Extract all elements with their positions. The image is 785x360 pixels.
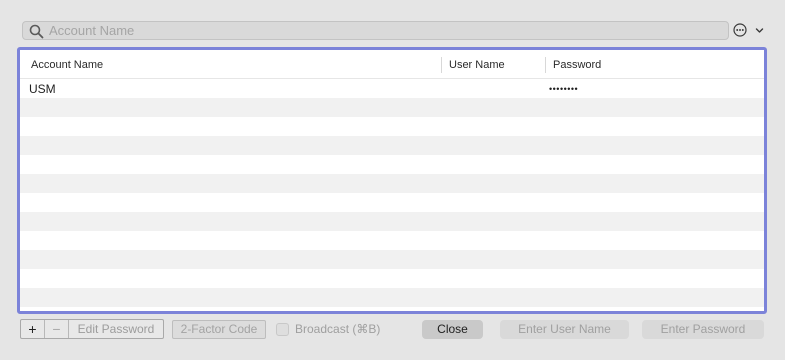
two-factor-code-button[interactable]: 2-Factor Code xyxy=(172,320,266,339)
empty-table-row[interactable] xyxy=(20,193,764,212)
empty-table-row[interactable] xyxy=(20,250,764,269)
broadcast-toggle[interactable]: Broadcast (⌘B) xyxy=(276,321,380,337)
column-header-user-name[interactable]: User Name xyxy=(441,50,545,78)
accounts-table[interactable]: Account Name User Name Password USM ••••… xyxy=(17,47,767,314)
add-account-button[interactable]: + xyxy=(21,320,45,338)
empty-table-row[interactable] xyxy=(20,269,764,288)
column-header-account-name[interactable]: Account Name xyxy=(23,50,442,78)
table-row[interactable]: USM •••••••• xyxy=(20,79,764,98)
edit-password-button[interactable]: Edit Password xyxy=(69,320,163,338)
table-header: Account Name User Name Password xyxy=(20,50,764,79)
password-cell: •••••••• xyxy=(549,84,579,94)
search-field[interactable] xyxy=(22,21,729,40)
close-button[interactable]: Close xyxy=(422,320,483,339)
empty-table-row[interactable] xyxy=(20,136,764,155)
account-actions-segment: + − Edit Password xyxy=(20,319,164,339)
column-header-password[interactable]: Password xyxy=(545,50,764,78)
empty-table-row[interactable] xyxy=(20,117,764,136)
ellipsis-circle-icon[interactable] xyxy=(733,23,747,37)
empty-table-row[interactable] xyxy=(20,174,764,193)
broadcast-label: Broadcast (⌘B) xyxy=(295,322,381,336)
enter-password-button[interactable]: Enter Password xyxy=(642,320,764,339)
search-input[interactable] xyxy=(49,22,719,39)
empty-table-row[interactable] xyxy=(20,212,764,231)
password-manager-window: Account Name User Name Password USM ••••… xyxy=(0,0,785,360)
empty-table-row[interactable] xyxy=(20,288,764,307)
search-icon xyxy=(29,24,44,39)
enter-user-name-button[interactable]: Enter User Name xyxy=(500,320,629,339)
remove-account-button[interactable]: − xyxy=(45,320,69,338)
broadcast-checkbox[interactable] xyxy=(276,322,289,336)
empty-table-row[interactable] xyxy=(20,98,764,117)
empty-table-row[interactable] xyxy=(20,155,764,174)
account-name-cell: USM xyxy=(29,82,56,96)
chevron-down-icon[interactable] xyxy=(755,26,764,35)
empty-table-row[interactable] xyxy=(20,231,764,250)
